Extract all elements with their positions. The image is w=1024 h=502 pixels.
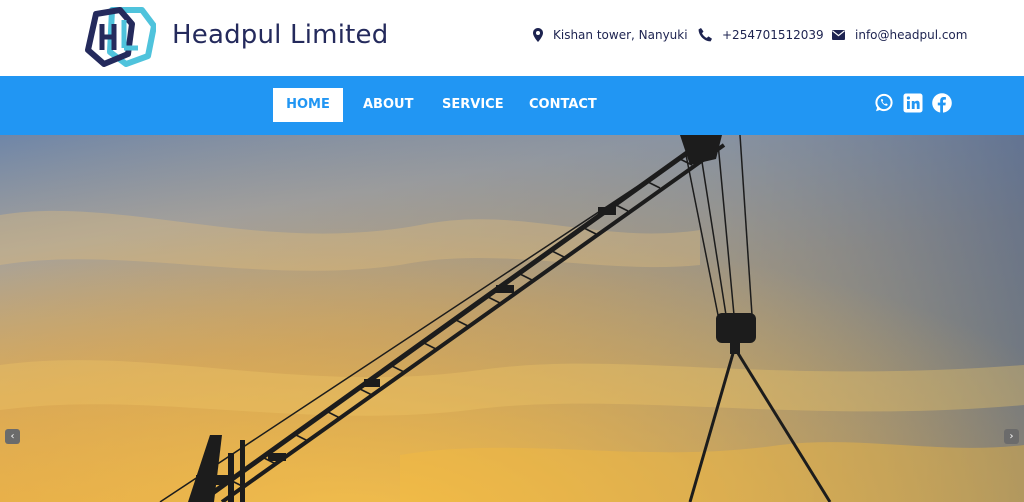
address-text: Kishan tower, Nanyuki: [553, 28, 688, 42]
map-pin-icon: [533, 28, 543, 42]
contact-address: Kishan tower, Nanyuki: [533, 28, 688, 42]
nav-about[interactable]: ABOUT: [363, 88, 413, 122]
phone-icon: [698, 28, 712, 42]
site-header: Headpul Limited Kishan tower, Nanyuki +2…: [0, 0, 1024, 76]
main-navigation: HOME ABOUT SERVICE CONTACT: [0, 76, 1024, 135]
hero-image: [0, 135, 1024, 502]
slider-prev-arrow[interactable]: ‹: [5, 429, 20, 444]
hero-slider: ‹ ›: [0, 135, 1024, 502]
envelope-icon: [832, 30, 845, 40]
nav-contact[interactable]: CONTACT: [529, 88, 597, 122]
whatsapp-icon[interactable]: [874, 93, 894, 113]
contact-email: info@headpul.com: [832, 28, 967, 42]
phone-text[interactable]: +254701512039: [722, 28, 824, 42]
company-logo[interactable]: [82, 6, 156, 68]
nav-service[interactable]: SERVICE: [442, 88, 504, 122]
contact-phone: +254701512039: [698, 28, 824, 42]
slider-next-arrow[interactable]: ›: [1004, 429, 1019, 444]
company-name[interactable]: Headpul Limited: [172, 20, 388, 50]
email-text[interactable]: info@headpul.com: [855, 28, 967, 42]
linkedin-icon[interactable]: [903, 93, 923, 113]
facebook-icon[interactable]: [932, 93, 952, 113]
nav-home[interactable]: HOME: [273, 88, 343, 122]
